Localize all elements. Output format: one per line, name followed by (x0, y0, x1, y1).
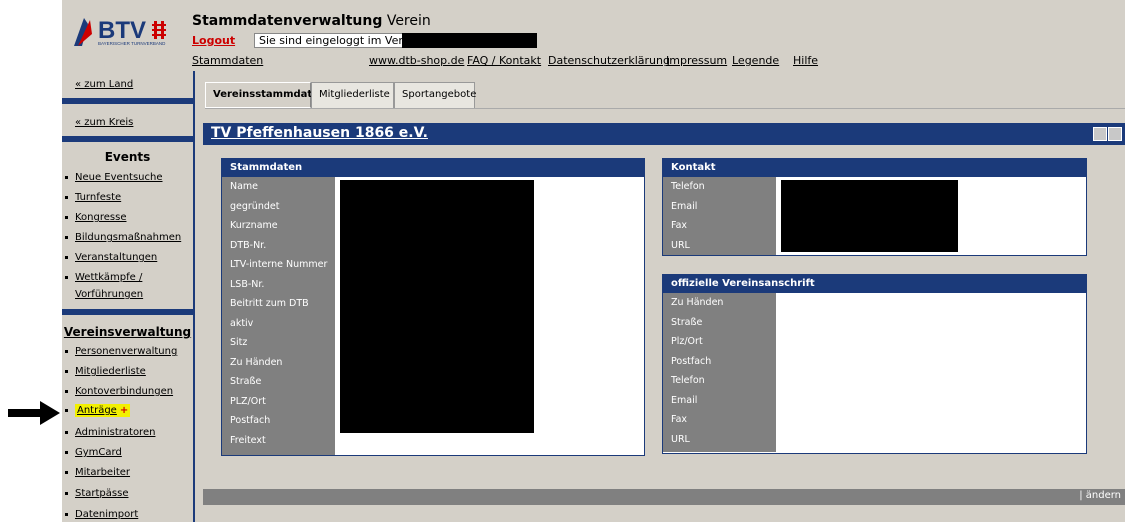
sidebar-item-startpaesse[interactable]: Startpässe (65, 488, 128, 499)
edit-link[interactable]: | ändern (1079, 490, 1121, 501)
sidebar-item-kongresse[interactable]: Kongresse (65, 212, 126, 223)
label-url: URL (671, 239, 690, 251)
sidebar-item-gymcard[interactable]: GymCard (65, 447, 122, 458)
sidebar-item-personenverwaltung[interactable]: Personenverwaltung (65, 346, 177, 357)
nav-faq[interactable]: FAQ / Kontakt (467, 54, 541, 67)
kontakt-box: Kontakt Telefon Email Fax URL (662, 158, 1087, 256)
label-gegruendet: gegründet (230, 200, 280, 212)
label-dtb-nr: DTB-Nr. (230, 239, 267, 251)
redacted-club-name (402, 33, 537, 48)
nav-hilfe[interactable]: Hilfe (793, 54, 818, 67)
nav-legende[interactable]: Legende (732, 54, 779, 67)
tab-mitgliederliste[interactable]: Mitgliederliste (311, 82, 394, 108)
label-fax: Fax (671, 414, 688, 425)
sidebar-item-mitgliederliste[interactable]: Mitgliederliste (65, 366, 146, 377)
redacted-kontakt-values (781, 180, 958, 252)
stammdaten-header: Stammdaten (222, 159, 644, 177)
events-heading: Events (104, 150, 151, 164)
anschrift-labels: Zu Händen Straße Plz/Ort Postfach Telefo… (663, 293, 776, 452)
club-panel-header: TV Pfeffenhausen 1866 e.V. (203, 123, 1125, 145)
label-telefon: Telefon (671, 181, 705, 192)
label-plz-ort: PLZ/Ort (230, 395, 266, 407)
sidebar-item-antraege[interactable]: Anträge + (65, 404, 131, 417)
sidebar-item-administratoren[interactable]: Administratoren (65, 427, 155, 438)
sidebar-item-mitarbeiter[interactable]: Mitarbeiter (65, 467, 130, 478)
plus-icon: + (119, 405, 129, 416)
stammdaten-box: Stammdaten Name gegründet Kurzname DTB-N… (221, 158, 645, 456)
nav-shop[interactable]: www.dtb-shop.de (369, 54, 464, 67)
sidebar: « zum Land « zum Kreis Events Neue Event… (62, 71, 195, 522)
sidebar-item-datenimport[interactable]: Datenimport (65, 509, 138, 520)
maximize-icon[interactable] (1108, 127, 1122, 141)
main-content: Vereinsstammdaten Mitgliederliste Sporta… (195, 71, 1125, 522)
stammdaten-labels: Name gegründet Kurzname DTB-Nr. LTV-inte… (222, 177, 335, 455)
label-aktiv: aktiv (230, 317, 254, 329)
sidebar-item-bildungsmassnahmen[interactable]: Bildungsmaßnahmen (65, 232, 181, 243)
vereinsverwaltung-heading: Vereinsverwaltung (63, 325, 192, 339)
app-title: Stammdatenverwaltung Verein (192, 13, 431, 29)
label-lsb-nr: LSB-Nr. (230, 278, 265, 290)
zum-kreis-link[interactable]: « zum Kreis (75, 117, 133, 128)
tab-vereinsstammdaten[interactable]: Vereinsstammdaten (205, 82, 326, 108)
arrow-right-icon (8, 401, 60, 425)
sidebar-divider (62, 309, 193, 315)
label-email: Email (671, 200, 698, 212)
nav-stammdaten[interactable]: Stammdaten (192, 54, 263, 67)
header: BTV BAYERISCHER TURNVERBAND Stammdatenve… (62, 0, 1125, 71)
sidebar-item-kontoverbindungen[interactable]: Kontoverbindungen (65, 386, 173, 397)
zum-land-link[interactable]: « zum Land (75, 79, 133, 90)
label-email: Email (671, 394, 698, 406)
label-plz-ort: Plz/Ort (671, 336, 703, 347)
label-telefon: Telefon (671, 375, 705, 386)
anschrift-header: offizielle Vereinsanschrift (663, 275, 1086, 293)
tab-sportangebote[interactable]: Sportangebote (394, 82, 476, 108)
kontakt-labels: Telefon Email Fax URL (663, 177, 776, 255)
label-postfach: Postfach (671, 355, 712, 367)
label-postfach: Postfach (230, 415, 271, 426)
label-strasse: Straße (671, 316, 703, 328)
sidebar-item-neue-eventsuche[interactable]: Neue Eventsuche (65, 172, 163, 183)
sidebar-item-veranstaltungen[interactable]: Veranstaltungen (65, 252, 157, 263)
label-strasse: Straße (230, 376, 262, 387)
sidebar-item-turnfeste[interactable]: Turnfeste (65, 192, 121, 203)
panel-footer: | ändern (203, 489, 1125, 505)
minimize-icon[interactable] (1093, 127, 1107, 141)
label-sitz: Sitz (230, 337, 248, 348)
btv-logo-icon: BTV BAYERISCHER TURNVERBAND (72, 12, 184, 52)
label-beitritt: Beitritt zum DTB (230, 298, 309, 309)
nav-datenschutz[interactable]: Datenschutzerklärung (548, 54, 670, 67)
top-navigation: Stammdaten www.dtb-shop.de FAQ / Kontakt… (62, 54, 1125, 68)
anschrift-box: offizielle Vereinsanschrift Zu Händen St… (662, 274, 1087, 454)
sidebar-item-wettkaempfe[interactable]: Wettkämpfe / (65, 272, 142, 283)
logout-link[interactable]: Logout (192, 34, 235, 47)
label-fax: Fax (671, 220, 688, 231)
kontakt-header: Kontakt (663, 159, 1086, 177)
label-freitext: Freitext (230, 434, 266, 446)
sidebar-item-vorfuehrungen[interactable]: Vorführungen (75, 289, 143, 300)
label-zu-haenden: Zu Händen (671, 297, 724, 308)
redacted-stammdaten-values (340, 180, 534, 433)
label-zu-haenden: Zu Händen (230, 356, 283, 368)
label-kurzname: Kurzname (230, 220, 278, 231)
logo-subtitle: BAYERISCHER TURNVERBAND (98, 41, 166, 46)
label-name: Name (230, 181, 259, 192)
club-title: TV Pfeffenhausen 1866 e.V. (211, 125, 428, 141)
nav-impressum[interactable]: Impressum (666, 54, 727, 67)
logo-text: BTV (98, 17, 146, 44)
sidebar-divider (62, 136, 193, 142)
sidebar-divider (62, 98, 193, 104)
tab-underline (205, 108, 1125, 109)
label-ltv-nummer: LTV-interne Nummer (230, 259, 328, 270)
label-url: URL (671, 433, 690, 445)
